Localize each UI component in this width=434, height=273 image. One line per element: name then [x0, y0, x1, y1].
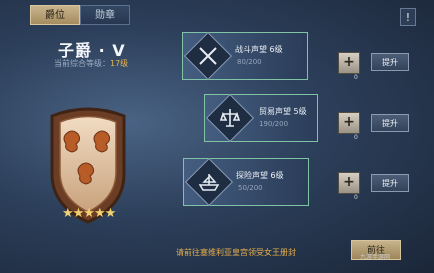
medal-count: 0 [354, 134, 358, 141]
reputation-name: 贸易声望 5级 [259, 107, 307, 116]
info-button[interactable]: ! [400, 8, 416, 26]
medal-plus-icon[interactable]: + [338, 112, 360, 134]
reputation-name: 战斗声望 6级 [235, 45, 283, 54]
medal-count: 0 [354, 194, 358, 201]
hint-text: 请前往塞维利亚皇宫领受女王册封 [176, 248, 296, 257]
watermark: 九游手游网 [360, 254, 391, 261]
rank-level: 17级 [110, 59, 129, 68]
rank-level-prefix: 当前综合等级： [54, 59, 110, 68]
reputation-progress: 80/200 [237, 58, 262, 66]
medal-plus-icon[interactable]: + [338, 52, 360, 74]
tab-medal[interactable]: 勋章 [80, 5, 130, 25]
scales-icon [205, 93, 255, 143]
rank-stars: ★★★★★ [62, 206, 116, 221]
upgrade-trade-button[interactable]: 提升 [371, 114, 409, 132]
tab-title[interactable]: 爵位 [30, 5, 80, 25]
reputation-progress: 50/200 [238, 184, 263, 192]
reputation-card-trade: 贸易声望 5级 190/200 [204, 93, 318, 143]
rank-level-text: 当前综合等级：17级 [54, 58, 128, 69]
medal-plus-icon[interactable]: + [338, 172, 360, 194]
reputation-name: 探险声望 6级 [236, 171, 284, 180]
tab-bar: 爵位 勋章 [30, 5, 130, 25]
crossed-swords-icon [183, 31, 233, 81]
upgrade-exploration-button[interactable]: 提升 [371, 174, 409, 192]
ship-icon [184, 157, 234, 207]
upgrade-combat-button[interactable]: 提升 [371, 53, 409, 71]
reputation-card-exploration: 探险声望 6级 50/200 [183, 157, 309, 207]
medal-count: 0 [354, 74, 358, 81]
reputation-card-combat: 战斗声望 6级 80/200 [182, 31, 308, 81]
reputation-progress: 190/200 [259, 120, 289, 128]
